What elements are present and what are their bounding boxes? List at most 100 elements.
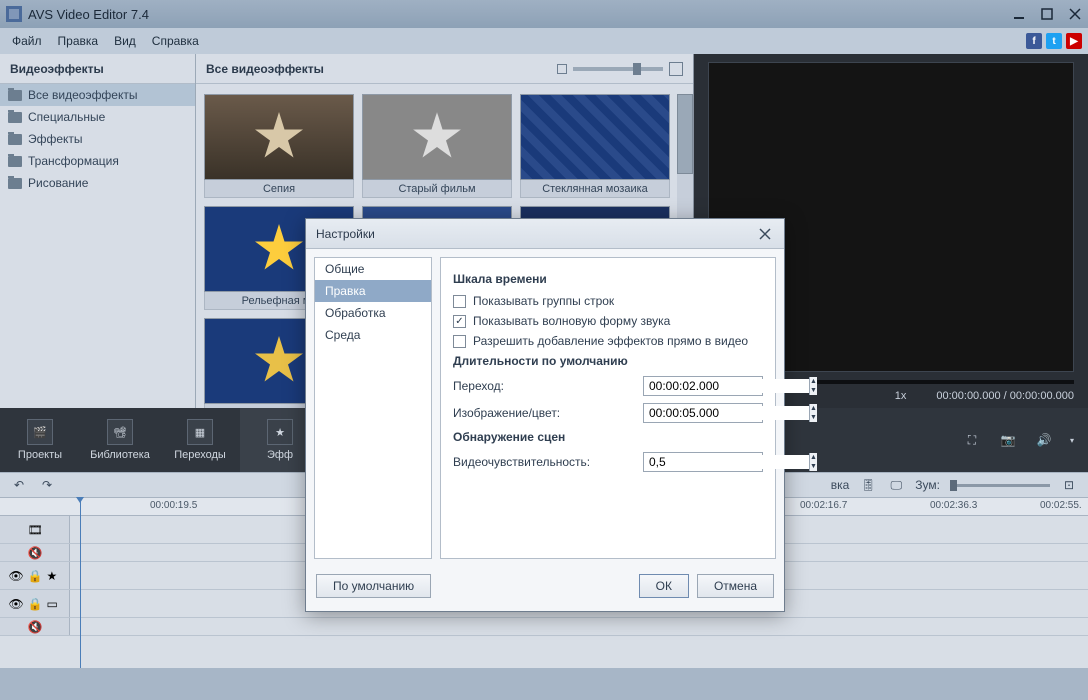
undo-button[interactable]: ↶ xyxy=(10,477,28,493)
folder-icon xyxy=(8,112,22,123)
sidebar-item-effects[interactable]: Эффекты xyxy=(0,128,195,150)
dialog-close-button[interactable] xyxy=(756,225,774,243)
video-track-icon: 🎞 xyxy=(28,523,42,537)
spin-up-icon[interactable]: ▲ xyxy=(810,453,817,462)
sensitivity-input[interactable]: ▲▼ xyxy=(643,452,763,472)
ruler-tick: 00:02:55. xyxy=(1040,500,1082,511)
image-field[interactable] xyxy=(644,406,809,420)
app-logo-icon xyxy=(6,6,22,22)
spin-down-icon[interactable]: ▼ xyxy=(810,413,817,422)
transition-field[interactable] xyxy=(644,379,809,393)
checkbox-show-groups[interactable]: Показывать группы строк xyxy=(453,294,763,308)
mute-icon[interactable]: 🔇 xyxy=(28,546,42,560)
gallery-scrollthumb[interactable] xyxy=(677,94,693,174)
checkbox-direct-effects[interactable]: Разрешить добавление эффектов прямо в ви… xyxy=(453,334,763,348)
transition-label: Переход: xyxy=(453,379,643,393)
tab-transitions[interactable]: ▦ Переходы xyxy=(160,408,240,472)
lock-icon[interactable]: 🔒 xyxy=(28,569,42,583)
tab-library[interactable]: 📽 Библиотека xyxy=(80,408,160,472)
display-icon[interactable]: 🖵 xyxy=(887,477,905,493)
checkbox-label: Показывать волновую форму звука xyxy=(473,314,670,328)
transitions-icon: ▦ xyxy=(187,419,213,445)
spin-up-icon[interactable]: ▲ xyxy=(810,377,817,386)
menubar: Файл Правка Вид Справка f t ▶ xyxy=(0,28,1088,54)
audio-track-2[interactable]: 🔇 xyxy=(0,618,1088,636)
sidebar-item-label: Трансформация xyxy=(28,154,119,168)
thumb-label: Стеклянная мозаика xyxy=(520,180,670,198)
thumb-size-slider[interactable] xyxy=(573,67,663,71)
maximize-button[interactable] xyxy=(1040,7,1054,21)
tab-projects[interactable]: 🎬Проекты xyxy=(0,408,80,472)
image-duration-input[interactable]: ▲▼ xyxy=(643,403,763,423)
effect-thumb[interactable]: Сепия xyxy=(204,94,354,198)
settings-content: Шкала времени Показывать группы строк ✓П… xyxy=(440,257,776,559)
checkbox-icon xyxy=(453,335,466,348)
sidebar-item-all[interactable]: Все видеоэффекты xyxy=(0,84,195,106)
redo-button[interactable]: ↷ xyxy=(38,477,56,493)
mute-icon[interactable]: 🔇 xyxy=(28,620,42,634)
spin-up-icon[interactable]: ▲ xyxy=(810,404,817,413)
lock-icon[interactable]: 🔒 xyxy=(28,597,42,611)
settings-nav-processing[interactable]: Обработка xyxy=(315,302,431,324)
facebook-icon[interactable]: f xyxy=(1026,33,1042,49)
menu-edit[interactable]: Правка xyxy=(52,32,105,50)
transition-duration-input[interactable]: ▲▼ xyxy=(643,376,763,396)
time-current: 00:00:00.000 xyxy=(936,390,1000,402)
effects-sidebar: Видеоэффекты Все видеоэффекты Специальны… xyxy=(0,54,196,408)
film-icon: 📽 xyxy=(107,419,133,445)
spin-down-icon[interactable]: ▼ xyxy=(810,386,817,395)
menu-help[interactable]: Справка xyxy=(146,32,205,50)
thumb-large-icon[interactable] xyxy=(669,62,683,76)
default-button[interactable]: По умолчанию xyxy=(316,574,431,598)
sidebar-item-special[interactable]: Специальные xyxy=(0,106,195,128)
playback-speed: 1x xyxy=(895,390,907,402)
ruler-tick: 00:00:19.5 xyxy=(150,500,197,511)
settings-nav-env[interactable]: Среда xyxy=(315,324,431,346)
volume-chevron-icon[interactable]: ▾ xyxy=(1070,436,1074,445)
thumb-label: Сепия xyxy=(204,180,354,198)
twitter-icon[interactable]: t xyxy=(1046,33,1062,49)
spin-down-icon[interactable]: ▼ xyxy=(810,462,817,471)
minimize-button[interactable] xyxy=(1012,7,1026,21)
menu-view[interactable]: Вид xyxy=(108,32,142,50)
sidebar-item-label: Все видеоэффекты xyxy=(28,88,138,102)
audio-settings-icon[interactable]: 🎚 xyxy=(859,477,877,493)
sensitivity-field[interactable] xyxy=(644,455,809,469)
zoom-slider[interactable] xyxy=(950,484,1050,487)
sidebar-header: Видеоэффекты xyxy=(0,54,195,84)
sidebar-item-drawing[interactable]: Рисование xyxy=(0,172,195,194)
button-label: По умолчанию xyxy=(333,579,414,593)
ok-button[interactable]: ОК xyxy=(639,574,689,598)
snapshot-icon[interactable]: 📷 xyxy=(998,430,1018,450)
image-label: Изображение/цвет: xyxy=(453,406,643,420)
settings-nav-edit[interactable]: Правка xyxy=(315,280,431,302)
section-durations: Длительности по умолчанию xyxy=(453,354,763,368)
eye-icon[interactable]: 👁 xyxy=(9,597,23,611)
effect-thumb[interactable]: Стеклянная мозаика xyxy=(520,94,670,198)
settings-nav: Общие Правка Обработка Среда xyxy=(314,257,432,559)
volume-icon[interactable]: 🔊 xyxy=(1034,430,1054,450)
timeline-playhead[interactable] xyxy=(80,498,81,668)
folder-icon xyxy=(8,178,22,189)
folder-icon xyxy=(8,156,22,167)
sidebar-item-transform[interactable]: Трансформация xyxy=(0,150,195,172)
folder-icon xyxy=(8,90,22,101)
cancel-button[interactable]: Отмена xyxy=(697,574,774,598)
button-label: ОК xyxy=(656,579,672,593)
checkbox-show-waveform[interactable]: ✓Показывать волновую форму звука xyxy=(453,314,763,328)
sidebar-item-label: Специальные xyxy=(28,110,105,124)
thumb-small-icon[interactable] xyxy=(557,64,567,74)
tab-label: Библиотека xyxy=(90,449,150,461)
fit-zoom-icon[interactable]: ⊡ xyxy=(1060,477,1078,493)
settings-dialog: Настройки Общие Правка Обработка Среда Ш… xyxy=(305,218,785,612)
youtube-icon[interactable]: ▶ xyxy=(1066,33,1082,49)
close-button[interactable] xyxy=(1068,7,1082,21)
tab-label: Переходы xyxy=(174,449,226,461)
time-total: 00:00:00.000 xyxy=(1010,390,1074,402)
effect-thumb[interactable]: Старый фильм xyxy=(362,94,512,198)
settings-nav-general[interactable]: Общие xyxy=(315,258,431,280)
eye-icon[interactable]: 👁 xyxy=(9,569,23,583)
menu-file[interactable]: Файл xyxy=(6,32,48,50)
fullscreen-icon[interactable]: ⛶ xyxy=(962,430,982,450)
star-icon: ★ xyxy=(267,419,293,445)
